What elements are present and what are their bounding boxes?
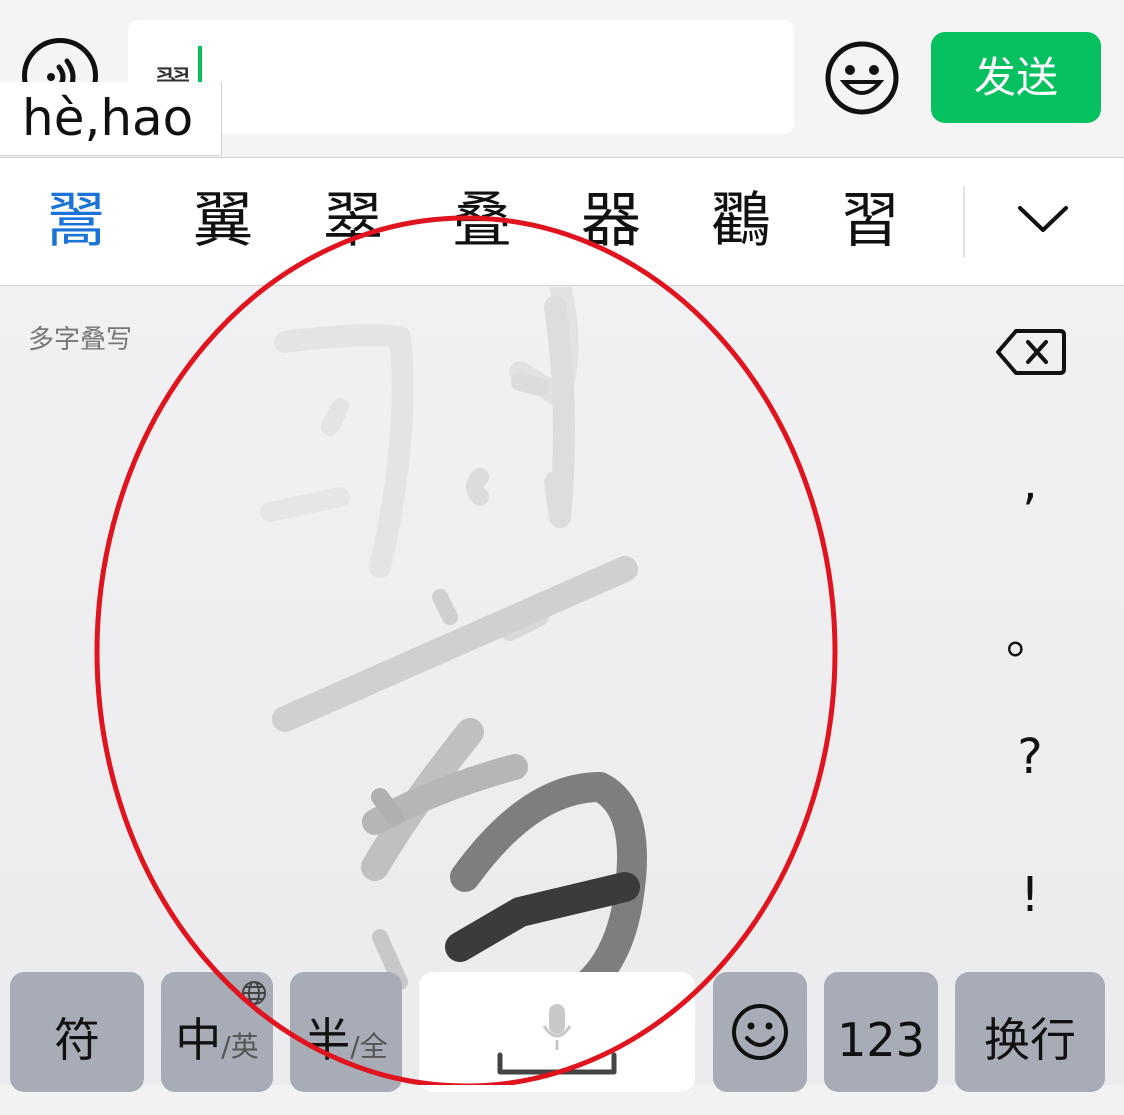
emoji-key[interactable] xyxy=(713,972,807,1092)
pinyin-readout: hè,hao xyxy=(0,82,222,156)
smiley-icon xyxy=(732,1004,788,1060)
emoji-icon[interactable] xyxy=(824,40,900,116)
space-key[interactable] xyxy=(419,972,695,1092)
candidate-divider xyxy=(963,186,965,258)
full-label: /全 xyxy=(350,1030,388,1063)
input-toolbar: 翯 hè,hao 发送 xyxy=(0,0,1124,158)
zh-label: 中 xyxy=(175,1013,222,1067)
handwriting-strokes xyxy=(260,287,647,1017)
candidate-item[interactable]: 鸐 xyxy=(711,186,771,256)
period-key[interactable]: 。 xyxy=(980,597,1080,667)
send-button[interactable]: 发送 xyxy=(931,32,1101,123)
candidate-item[interactable]: 翠 xyxy=(323,186,383,256)
half-label: 半 xyxy=(304,1013,351,1067)
comma-key[interactable]: , xyxy=(980,455,1080,511)
candidate-item[interactable]: 器 xyxy=(581,186,641,256)
exclamation-key[interactable]: ! xyxy=(980,867,1080,923)
candidate-item[interactable]: 習 xyxy=(840,186,900,256)
candidate-item[interactable]: 翯 xyxy=(46,186,106,256)
newline-key[interactable]: 换行 xyxy=(955,972,1105,1092)
backspace-icon[interactable] xyxy=(996,327,1066,377)
candidate-bar: 翯 翼 翠 叠 器 鸐 習 xyxy=(0,158,1124,286)
question-key[interactable]: ? xyxy=(980,729,1080,785)
numbers-key[interactable]: 123 xyxy=(824,972,938,1092)
microphone-icon xyxy=(542,1004,572,1050)
space-bar-icon xyxy=(497,1052,617,1075)
handwriting-pad[interactable]: 多字叠写 , 。 ? ! 符 中/英 半/全 123 换行 xyxy=(0,287,1124,1092)
en-label: /英 xyxy=(221,1030,259,1063)
globe-icon xyxy=(242,981,266,1005)
half-full-width-key[interactable]: 半/全 xyxy=(290,972,402,1092)
chevron-down-icon[interactable] xyxy=(1014,198,1072,238)
candidate-item[interactable]: 翼 xyxy=(193,186,253,256)
symbols-key[interactable]: 符 xyxy=(10,972,144,1092)
zh-en-toggle-key[interactable]: 中/英 xyxy=(161,972,273,1092)
candidate-item[interactable]: 叠 xyxy=(452,186,512,256)
message-input[interactable]: 翯 xyxy=(128,20,794,134)
